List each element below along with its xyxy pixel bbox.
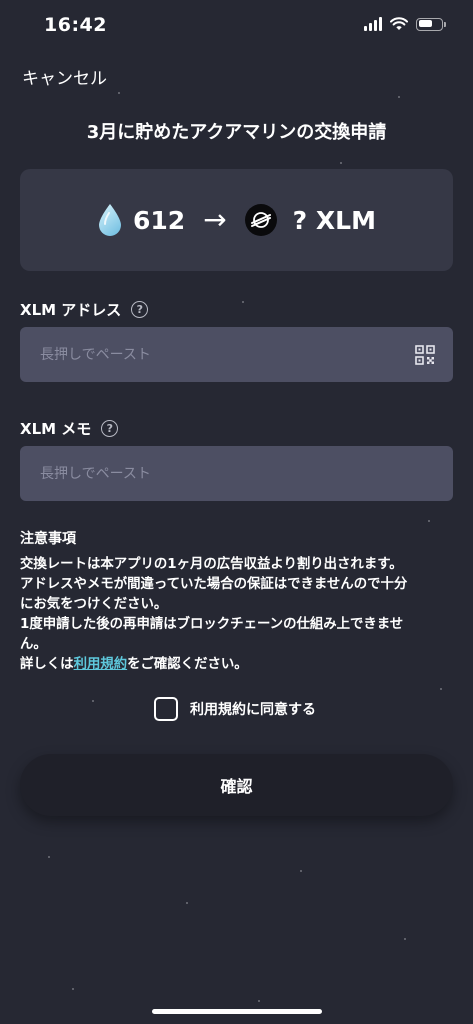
background-star (92, 700, 94, 702)
notice-title: 注意事項 (20, 531, 76, 547)
aquamarine-amount: 612 (133, 205, 186, 235)
xlm-memo-field[interactable] (20, 446, 453, 501)
agree-terms-checkbox[interactable] (154, 697, 178, 721)
battery-level (418, 20, 432, 27)
exchange-request-screen: 16:42 キャンセル 3月に貯めたアクアマリンの交換申請 612 → ? XL… (0, 0, 473, 1024)
background-star (398, 96, 400, 98)
notice-line: ん。 (20, 637, 47, 652)
status-time: 16:42 (44, 14, 107, 36)
background-star (340, 162, 342, 164)
help-icon[interactable]: ? (131, 301, 149, 318)
background-star (186, 902, 188, 904)
qr-code-icon[interactable] (415, 344, 435, 365)
notice-line: にお気をつけください。 (20, 597, 168, 612)
background-star (404, 938, 406, 940)
xlm-address-label: XLM アドレス ? (20, 299, 149, 320)
notice-line: アドレスやメモが間違っていた場合の保証はできませんので十分 (20, 577, 408, 592)
xlm-address-label-text: XLM アドレス (20, 301, 122, 319)
cellular-signal-icon (364, 17, 382, 31)
xlm-address-field[interactable] (20, 327, 453, 382)
water-drop-icon (99, 204, 122, 236)
notice-line-terms: 詳しくは利用規約をご確認ください。 (20, 655, 460, 675)
background-star (48, 856, 50, 858)
xlm-amount: ? XLM (292, 205, 376, 235)
background-star (242, 301, 244, 303)
xlm-memo-label-text: XLM メモ (20, 420, 92, 438)
background-star (72, 988, 74, 990)
cancel-button[interactable]: キャンセル (22, 64, 107, 89)
battery-icon (416, 17, 446, 31)
background-star (428, 520, 430, 522)
home-indicator[interactable] (152, 1009, 322, 1014)
background-star (258, 1000, 260, 1002)
wifi-icon (390, 17, 408, 30)
background-star (300, 870, 302, 872)
xlm-memo-label: XLM メモ ? (20, 418, 119, 439)
notice-line: 交換レートは本アプリの1ヶ月の広告収益より割り出されます。 (20, 557, 403, 572)
xlm-address-input[interactable] (38, 345, 415, 364)
arrow-right-icon: → (203, 203, 227, 236)
xlm-memo-input[interactable] (38, 464, 435, 483)
confirm-button[interactable]: 確認 (20, 754, 453, 816)
background-star (440, 688, 442, 690)
notice-line: 1度申請した後の再申請はブロックチェーンの仕組み上できませ (20, 617, 404, 632)
terms-link[interactable]: 利用規約 (74, 657, 128, 672)
page-title: 3月に貯めたアクアマリンの交換申請 (86, 122, 387, 143)
status-bar: 16:42 (0, 0, 473, 54)
background-star (118, 92, 120, 94)
notice-text: 詳しくは (20, 657, 74, 672)
agree-terms-label[interactable]: 利用規約に同意する (190, 699, 316, 719)
stellar-icon (244, 204, 277, 236)
notice-text: をご確認ください。 (127, 657, 248, 672)
exchange-summary-card: 612 → ? XLM (20, 169, 453, 271)
help-icon[interactable]: ? (101, 420, 119, 437)
agree-terms-row[interactable]: 利用規約に同意する (154, 697, 316, 721)
notice-body: 交換レートは本アプリの1ヶ月の広告収益より割り出されます。 アドレスやメモが間違… (20, 555, 460, 675)
status-icons (364, 17, 446, 31)
